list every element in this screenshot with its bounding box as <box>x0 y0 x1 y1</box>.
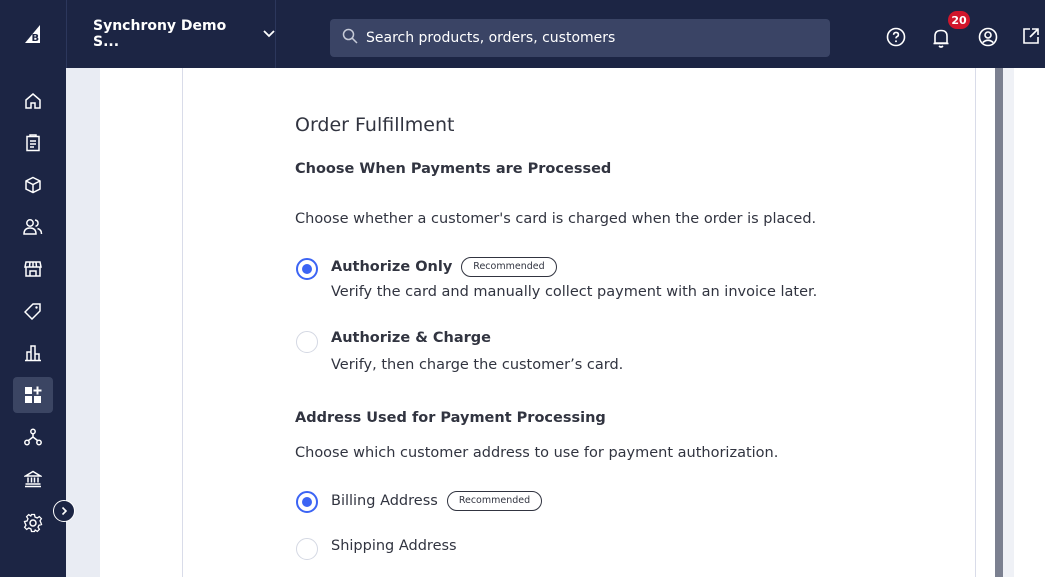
authorize-charge-text: Authorize & Charge <box>331 330 492 346</box>
external-link-icon[interactable] <box>1022 27 1040 45</box>
authorize-charge-radio[interactable] <box>296 331 318 353</box>
billing-address-radio[interactable] <box>296 491 318 513</box>
content-gutter-left <box>100 68 182 577</box>
apps-icon[interactable] <box>13 377 53 413</box>
search-bar[interactable] <box>330 19 830 57</box>
page-title: Order Fulfillment <box>295 114 455 136</box>
products-icon[interactable] <box>13 167 53 203</box>
authorize-only-text: Authorize Only <box>331 259 453 275</box>
authorize-only-radio[interactable] <box>296 258 318 280</box>
settings-icon[interactable] <box>13 505 53 541</box>
search-input[interactable] <box>366 30 806 46</box>
customers-icon[interactable] <box>13 209 53 245</box>
search-icon <box>342 28 358 48</box>
home-icon[interactable] <box>13 83 53 119</box>
authorize-only-label[interactable]: Authorize Only Recommended <box>331 257 557 277</box>
payment-timing-description: Choose whether a customer's card is char… <box>295 211 817 227</box>
billing-address-text: Billing Address <box>331 493 438 509</box>
user-circle-icon[interactable] <box>978 27 998 47</box>
logo-mark: B <box>25 25 40 44</box>
help-icon[interactable] <box>886 27 906 47</box>
recommended-badge: Recommended <box>461 257 557 277</box>
recommended-badge: Recommended <box>446 491 543 511</box>
store-selector[interactable]: Synchrony Demo S... <box>66 0 276 68</box>
orders-icon[interactable] <box>13 125 53 161</box>
content-gutter-right <box>976 68 995 577</box>
address-description: Choose which customer address to use for… <box>295 445 779 461</box>
bell-icon[interactable] <box>931 27 951 49</box>
authorize-only-description: Verify the card and manually collect pay… <box>331 284 818 300</box>
shipping-address-text: Shipping Address <box>331 538 457 554</box>
authorize-charge-label[interactable]: Authorize & Charge <box>331 330 491 346</box>
scrollbar[interactable] <box>995 68 1003 577</box>
top-bar: B Synchrony Demo S... 20 <box>0 0 1045 68</box>
sidebar <box>0 68 66 577</box>
payment-timing-heading: Choose When Payments are Processed <box>295 161 612 177</box>
payments-icon[interactable] <box>13 461 53 497</box>
marketing-icon[interactable] <box>13 293 53 329</box>
right-panel <box>1003 68 1045 577</box>
chevron-right-icon <box>61 506 68 516</box>
bigcommerce-logo[interactable]: B <box>0 0 66 68</box>
store-name: Synchrony Demo S... <box>93 18 227 50</box>
storefront-icon[interactable] <box>13 251 53 287</box>
billing-address-label[interactable]: Billing Address Recommended <box>331 491 543 511</box>
expand-sidebar-button[interactable] <box>53 500 75 522</box>
authorize-charge-description: Verify, then charge the customer’s card. <box>331 357 624 373</box>
shipping-address-radio[interactable] <box>296 538 318 560</box>
chevron-down-icon <box>263 30 275 38</box>
svg-text:B: B <box>32 33 40 44</box>
address-heading: Address Used for Payment Processing <box>295 410 606 426</box>
shipping-address-label[interactable]: Shipping Address <box>331 538 457 554</box>
channels-icon[interactable] <box>13 419 53 455</box>
notification-badge: 20 <box>948 11 970 29</box>
analytics-icon[interactable] <box>13 335 53 371</box>
order-fulfillment-card: Order Fulfillment Choose When Payments a… <box>182 68 976 577</box>
